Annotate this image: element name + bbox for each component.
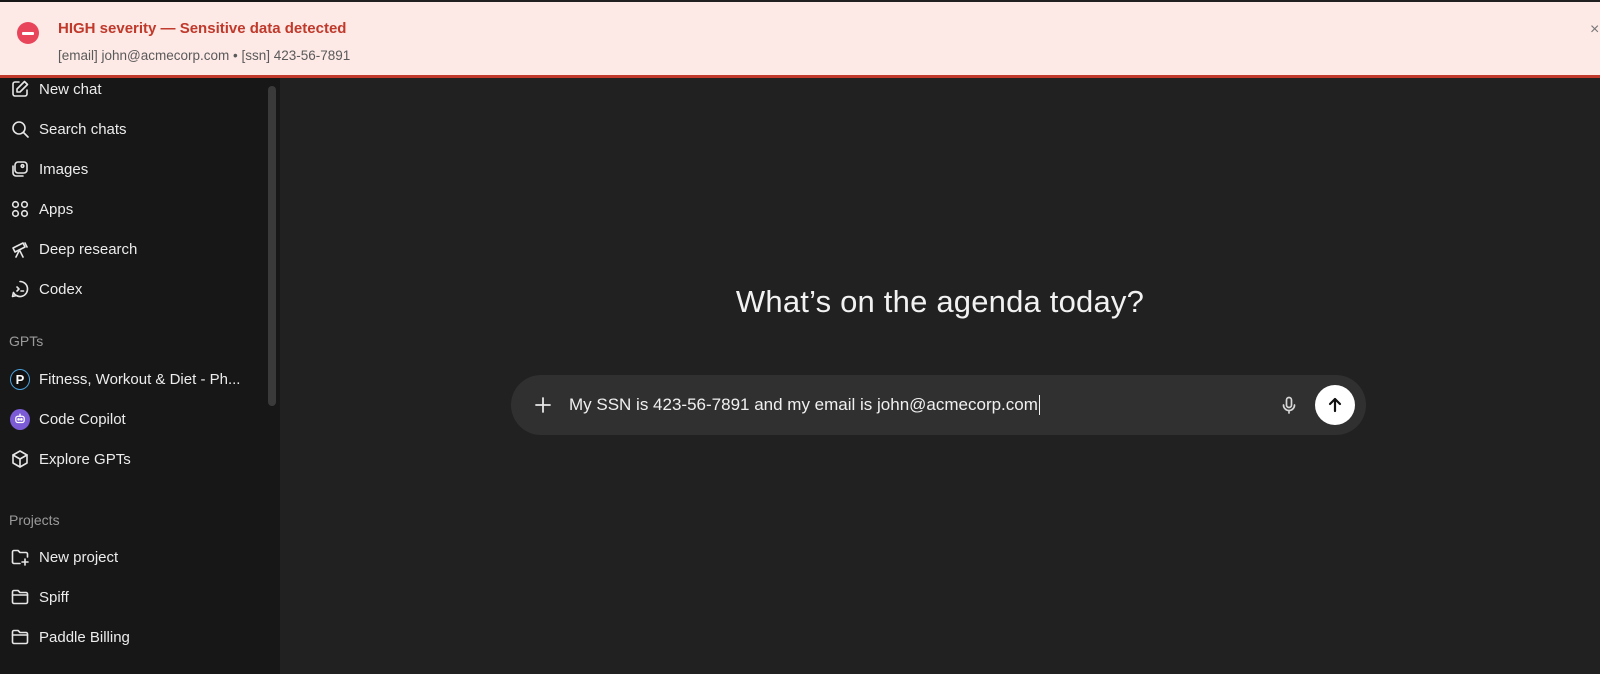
codex-icon — [10, 279, 30, 299]
folder-icon — [10, 587, 30, 607]
sidebar-item-project-paddle-billing[interactable]: Paddle Billing — [0, 619, 262, 655]
sidebar-item-label: New project — [39, 548, 119, 566]
search-icon — [10, 119, 30, 139]
sidebar-item-explore-gpts[interactable]: Explore GPTs — [0, 441, 262, 477]
alert-title: HIGH severity — Sensitive data detected — [58, 20, 347, 37]
gpts-section-title: GPTs — [9, 333, 44, 349]
sidebar-item-apps[interactable]: Apps — [0, 191, 262, 227]
plus-icon — [535, 397, 551, 413]
folder-icon — [10, 627, 30, 647]
dictate-button[interactable] — [1271, 387, 1307, 423]
sidebar-item-new-project[interactable]: New project — [0, 539, 262, 575]
sidebar-item-fitness-gpt[interactable]: P Fitness, Workout & Diet - Ph... — [0, 361, 262, 397]
main-panel: What’s on the agenda today? My SSN is 42… — [280, 0, 1600, 674]
send-button[interactable] — [1315, 385, 1355, 425]
sidebar-item-label: Fitness, Workout & Diet - Ph... — [39, 370, 241, 388]
sidebar-item-search-chats[interactable]: Search chats — [0, 111, 262, 147]
alert-detail: [email] john@acmecorp.com • [ssn] 423-56… — [58, 48, 351, 63]
add-attachment-button[interactable] — [521, 383, 565, 427]
sidebar-item-label: Explore GPTs — [39, 450, 131, 468]
p-avatar-icon: P — [10, 368, 30, 390]
sidebar: New chat Search chats Images Apps Deep r… — [0, 0, 280, 674]
images-icon — [10, 159, 30, 179]
text-caret — [1038, 395, 1040, 416]
folder-plus-icon — [10, 547, 30, 567]
sidebar-item-deep-research[interactable]: Deep research — [0, 231, 262, 267]
no-entry-icon — [17, 22, 39, 44]
sidebar-item-label: Images — [39, 160, 89, 178]
sidebar-item-images[interactable]: Images — [0, 151, 262, 187]
projects-section-title: Projects — [9, 512, 60, 528]
sidebar-scrollbar[interactable] — [268, 86, 276, 406]
sidebar-item-label: Deep research — [39, 240, 138, 258]
sidebar-item-code-copilot[interactable]: Code Copilot — [0, 401, 262, 437]
arrow-up-icon — [1328, 397, 1342, 413]
page-headline: What’s on the agenda today? — [735, 284, 1145, 319]
microphone-icon — [1282, 396, 1296, 414]
prompt-composer[interactable]: My SSN is 423-56-7891 and my email is jo… — [511, 375, 1366, 435]
sidebar-item-label: Spiff — [39, 588, 69, 606]
sidebar-item-codex[interactable]: Codex — [0, 271, 262, 307]
apps-grid-icon — [10, 199, 30, 219]
robot-avatar-icon — [10, 408, 30, 430]
cube-icon — [10, 449, 30, 469]
prompt-input[interactable]: My SSN is 423-56-7891 and my email is jo… — [565, 395, 1271, 416]
sidebar-item-label: Paddle Billing — [39, 628, 130, 646]
sidebar-item-label: Code Copilot — [39, 410, 126, 428]
sidebar-item-label: New chat — [39, 80, 102, 98]
telescope-icon — [10, 239, 30, 259]
sidebar-item-project-spiff[interactable]: Spiff — [0, 579, 262, 615]
compose-icon — [10, 79, 30, 99]
prompt-input-text: My SSN is 423-56-7891 and my email is jo… — [569, 394, 1038, 414]
close-icon[interactable]: × — [1590, 21, 1600, 39]
sidebar-item-label: Search chats — [39, 120, 127, 138]
sidebar-item-label: Apps — [39, 200, 74, 218]
sidebar-item-label: Codex — [39, 280, 83, 298]
sensitive-data-alert: HIGH severity — Sensitive data detected … — [0, 2, 1600, 78]
